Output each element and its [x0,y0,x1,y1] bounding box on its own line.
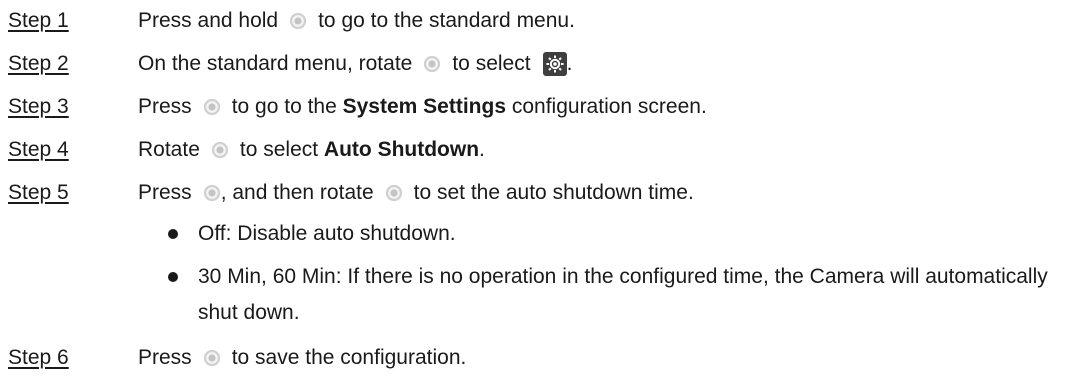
knob-icon [211,141,228,159]
step-5-text-a: Press [138,181,192,204]
knob-icon [203,349,220,367]
step-4-text-b: to select [239,138,324,161]
step-text-6: Press to save the configuration. [138,346,466,370]
step-text-5: Press , and then rotate to set the auto … [138,181,694,205]
bullet-marker [168,229,178,239]
step-text-4: Rotate to select Auto Shutdown. [138,138,485,162]
bullet-marker [168,272,178,282]
knob-icon [203,98,220,116]
step-3-text-c: configuration screen. [506,95,707,118]
list-item: 30 Min, 60 Min: If there is no operation… [168,259,1074,331]
step-text-1: Press and hold to go to the standard men… [138,9,575,33]
step-1-text-b: to go to the standard menu. [318,9,575,32]
step-6-text-b: to save the configuration. [231,346,467,369]
step-label-2: Step 2 [8,52,69,75]
step-4-text-c: . [479,138,485,161]
step-5-text-b: , and then rotate [220,181,374,204]
step-4-text-a: Rotate [138,138,200,161]
knob-icon [203,184,220,202]
step-text-3: Press to go to the System Settings confi… [138,95,707,119]
step-label-1: Step 1 [8,9,69,32]
step-2-text-c: . [566,52,573,75]
knob-icon [424,55,441,73]
step-label-5: Step 5 [8,181,69,204]
step-3-text-a: Press [138,95,192,118]
list-item: Off: Disable auto shutdown. [168,216,1074,252]
step-2-text-a: On the standard menu, rotate [138,52,413,75]
bullet-text-off: Off: Disable auto shutdown. [198,222,456,245]
step-label-3: Step 3 [8,95,69,118]
auto-shutdown-term: Auto Shutdown [323,138,480,161]
step-label-4: Step 4 [8,138,69,161]
step-6-text-a: Press [138,346,192,369]
step-1-text-a: Press and hold [138,9,279,32]
bullet-text-30-60-min: 30 Min, 60 Min: If there is no operation… [198,265,1048,324]
step-label-6: Step 6 [8,346,69,369]
step-5-text-c: to set the auto shutdown time. [413,181,694,204]
system-settings-term: System Settings [342,95,507,118]
knob-icon [289,12,307,30]
procedure-document: Step 1 Press and hold to go to the stand… [0,0,1074,378]
step-2-text-b: to select [452,52,531,75]
knob-icon [385,184,402,202]
step-3-text-b: to go to the [231,95,337,118]
settings-gear-icon [542,52,567,76]
step-text-2: On the standard menu, rotate to select . [138,52,572,76]
